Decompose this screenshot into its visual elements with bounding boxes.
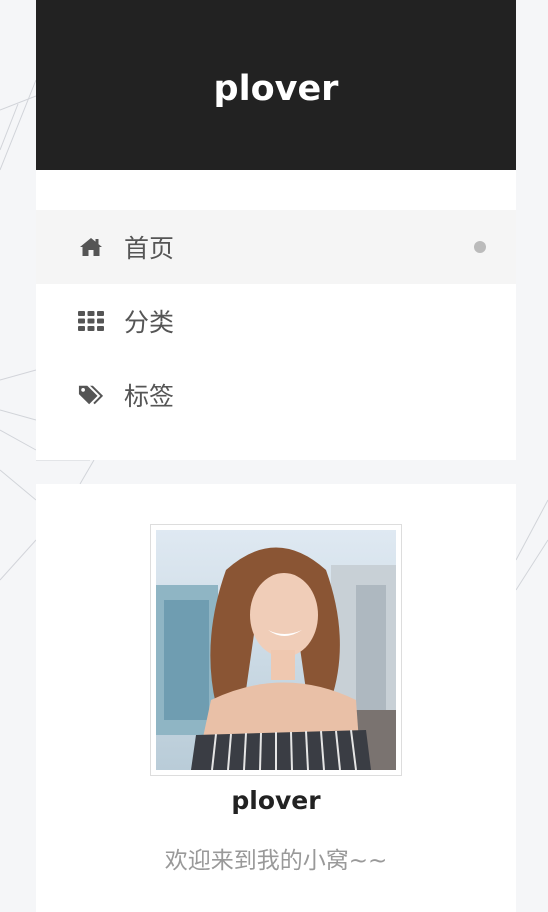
- avatar[interactable]: [150, 524, 402, 776]
- grid-icon: [78, 308, 104, 334]
- menu-item-label: 标签: [124, 382, 175, 411]
- tags-icon: [78, 382, 104, 408]
- author-profile-panel: plover 欢迎来到我的小窝~~: [36, 484, 516, 912]
- panel-gap: [36, 460, 516, 484]
- home-icon: [78, 234, 104, 260]
- menu-item-label: 分类: [124, 308, 175, 337]
- menu-item-label: 首页: [124, 234, 175, 263]
- nav-menu: 首页 分类 标签: [36, 170, 516, 460]
- author-motto: 欢迎来到我的小窝~~: [164, 848, 388, 874]
- active-indicator-dot: [474, 241, 486, 253]
- author-name: plover: [231, 786, 321, 815]
- main-column: plover 首页 分类 标签 plover 欢迎来到我的小窝~~: [36, 0, 516, 912]
- menu-item-home[interactable]: 首页: [36, 210, 516, 284]
- menu-item-categories[interactable]: 分类: [36, 284, 516, 358]
- menu-item-tags[interactable]: 标签: [36, 358, 516, 432]
- avatar-image: [156, 530, 396, 770]
- site-title[interactable]: plover: [214, 69, 339, 109]
- site-header: plover: [36, 0, 516, 170]
